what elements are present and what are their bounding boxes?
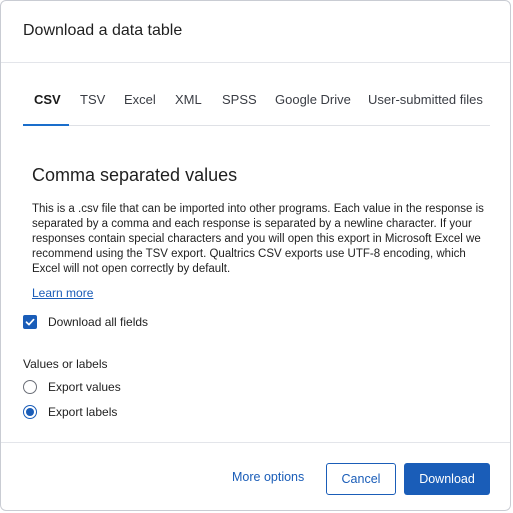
tab-user-submitted-files[interactable]: User-submitted files: [368, 92, 483, 107]
dialog-title: Download a data table: [23, 21, 183, 39]
export-values-option[interactable]: Export values: [23, 380, 121, 394]
dialog-footer: More options Cancel Download: [1, 442, 510, 510]
learn-more-link[interactable]: Learn more: [32, 286, 93, 300]
dialog-header: Download a data table: [1, 1, 510, 63]
export-labels-label: Export labels: [48, 405, 118, 419]
export-labels-option[interactable]: Export labels: [23, 405, 117, 419]
export-labels-radio[interactable]: [23, 405, 37, 419]
format-description: This is a .csv file that can be imported…: [32, 203, 484, 275]
tab-excel[interactable]: Excel: [124, 92, 156, 107]
checkmark-icon: [25, 318, 35, 326]
download-all-fields-row[interactable]: Download all fields: [23, 315, 148, 329]
export-values-label: Export values: [48, 380, 121, 394]
tab-tsv[interactable]: TSV: [80, 92, 105, 107]
tab-xml[interactable]: XML: [175, 92, 202, 107]
tab-content: Comma separated values This is a .csv fi…: [1, 126, 510, 442]
more-options-button[interactable]: More options: [232, 470, 304, 484]
tab-spss[interactable]: SPSS: [222, 92, 257, 107]
download-data-table-dialog: Download a data table CSV TSV Excel XML …: [0, 0, 511, 511]
section-heading: Comma separated values: [32, 165, 238, 185]
format-tabs: CSV TSV Excel XML SPSS Google Drive User…: [23, 77, 490, 126]
tab-csv[interactable]: CSV: [34, 92, 61, 107]
cancel-button[interactable]: Cancel: [326, 463, 396, 495]
radio-selected-dot: [26, 408, 34, 416]
export-values-radio[interactable]: [23, 380, 37, 394]
tab-google-drive[interactable]: Google Drive: [275, 92, 351, 107]
download-all-fields-label: Download all fields: [48, 315, 149, 329]
values-or-labels-label: Values or labels: [23, 357, 108, 371]
download-button[interactable]: Download: [404, 463, 490, 495]
download-all-fields-checkbox[interactable]: [23, 315, 37, 329]
